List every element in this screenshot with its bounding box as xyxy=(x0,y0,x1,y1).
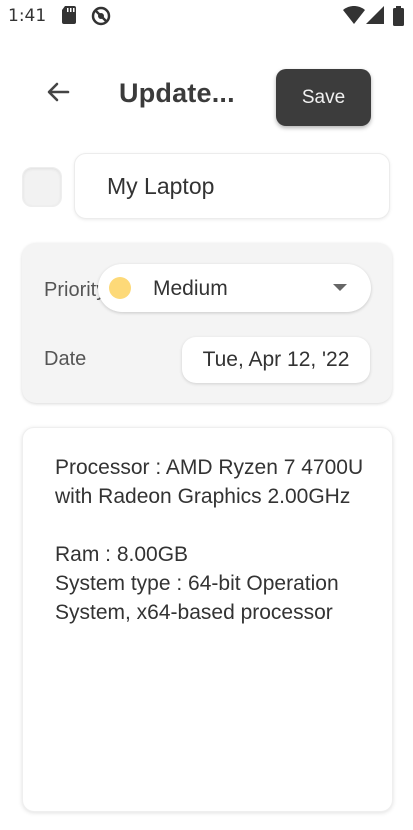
properties-card: Priority Medium Date Tue, Apr 12, '22 xyxy=(22,243,392,403)
save-button[interactable]: Save xyxy=(276,69,371,126)
page-title: Update... xyxy=(119,78,235,108)
item-checkbox[interactable] xyxy=(22,167,62,207)
top-app-bar: Update... Save xyxy=(0,60,413,132)
back-button[interactable] xyxy=(38,74,78,114)
priority-color-dot xyxy=(109,277,131,299)
notes-text: Processor : AMD Ryzen 7 4700U with Radeo… xyxy=(55,456,364,624)
priority-dropdown[interactable]: Medium xyxy=(98,264,371,312)
wifi-icon xyxy=(343,5,365,29)
date-label: Date xyxy=(44,348,87,370)
item-name-input[interactable]: My Laptop xyxy=(74,153,390,219)
dropdown-arrow-icon xyxy=(333,284,347,291)
sd-card-icon xyxy=(62,6,76,29)
status-bar: 1:41 xyxy=(0,0,413,32)
battery-icon xyxy=(393,6,404,31)
no-disturb-icon xyxy=(91,6,111,31)
priority-value: Medium xyxy=(153,277,228,300)
status-time: 1:41 xyxy=(8,6,47,26)
arrow-left-icon xyxy=(46,81,70,108)
date-picker[interactable]: Tue, Apr 12, '22 xyxy=(182,337,370,383)
signal-icon xyxy=(366,6,384,29)
notes-textarea[interactable]: Processor : AMD Ryzen 7 4700U with Radeo… xyxy=(22,427,393,812)
